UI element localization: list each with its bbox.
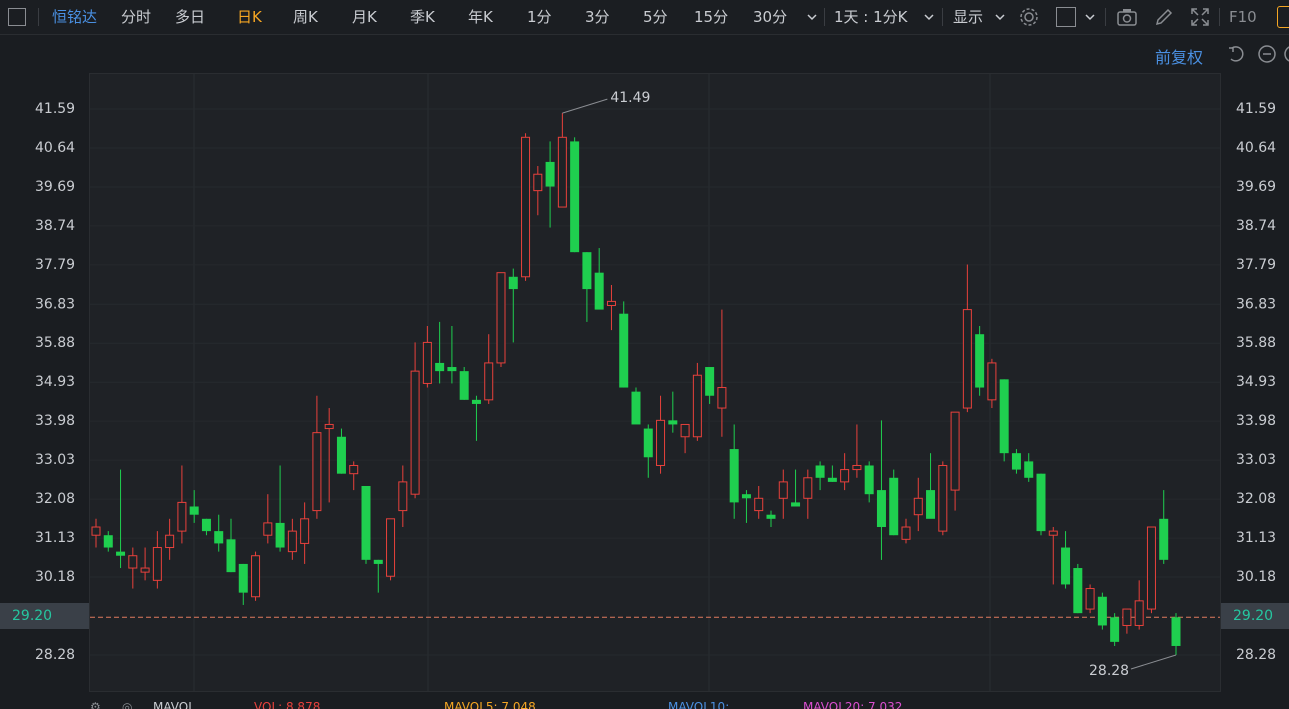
y-tick-label-left: 35.88 [35,335,75,351]
tab-3min[interactable]: 3分 [585,0,610,34]
panel-icon[interactable] [1277,6,1289,28]
mavol10-value: MAVOL10: [668,700,730,709]
eye-icon[interactable]: ◎ [122,700,132,709]
y-tick-label-left: 30.18 [35,569,75,585]
y-tick-label-right: 41.59 [1236,101,1276,117]
y-tick-label-right: 33.03 [1236,452,1276,468]
divider [942,8,943,26]
y-tick-label-right: 39.69 [1236,179,1276,195]
tab-15min[interactable]: 15分 [694,0,728,34]
gear-icon[interactable]: ⚙ [90,700,101,709]
divider [824,8,825,26]
tab-yearly-k[interactable]: 年K [468,0,493,34]
pencil-icon[interactable] [1153,6,1175,28]
range-select[interactable]: 1天 : 1分K [834,0,908,34]
y-tick-label-right: 35.88 [1236,335,1276,351]
tab-1min[interactable]: 1分 [527,0,552,34]
chevron-down-icon[interactable] [1083,10,1097,24]
mavol5-value: MAVOL5: 7.048 [444,700,536,709]
price-axes: 41.59 41.59 40.64 40.64 39.69 39.69 38.74 38.74… [35,101,1276,663]
chevron-down-icon[interactable] [993,10,1007,24]
display-menu[interactable]: 显示 [953,0,983,34]
tab-daily-k[interactable]: 日K [237,0,262,34]
y-tick-label-right: 32.08 [1236,491,1276,507]
y-tick-label-left: 33.98 [35,413,75,429]
y-tick-label-right: 36.83 [1236,296,1276,312]
y-tick-label-right: 38.74 [1236,218,1276,234]
stock-name[interactable]: 恒铭达 [52,0,97,34]
current-price-tag-left: 29.20 [0,603,89,630]
y-tick-label-left: 39.69 [35,179,75,195]
y-tick-label-left: 34.93 [35,374,75,390]
tab-30min[interactable]: 30分 [753,0,787,34]
y-tick-label-right: 28.28 [1236,647,1276,663]
y-tick-label-right: 31.13 [1236,530,1276,546]
tab-monthly-k[interactable]: 月K [352,0,377,34]
y-tick-label-right: 33.98 [1236,413,1276,429]
undo-icon[interactable] [1226,44,1246,64]
price-adjust-select[interactable]: 前复权 [1155,44,1203,68]
mavol20-value: MAVOL20: 7.032 [803,700,903,709]
tab-intraday[interactable]: 分时 [121,0,151,34]
mavol-label[interactable]: MAVOL [153,700,195,709]
y-tick-label-left: 33.03 [35,452,75,468]
current-price-tag-right: 29.20 [1221,603,1289,630]
vol-value: VOL: 8.878 [254,700,321,709]
y-tick-label-left: 41.59 [35,101,75,117]
chart-options-bar: 前复权 [0,35,1289,73]
gear-icon[interactable] [1018,6,1040,28]
sidebar-toggle-icon[interactable] [8,8,26,26]
y-tick-label-left: 40.64 [35,140,75,156]
y-tick-label-left: 38.74 [35,218,75,234]
toolbar: 恒铭达 分时 多日 日K 周K 月K 季K 年K 1分 3分 5分 15分 30… [0,0,1289,35]
chevron-down-icon[interactable] [805,10,819,24]
fullscreen-icon[interactable] [1189,6,1211,28]
tab-5min[interactable]: 5分 [643,0,668,34]
tab-multi-day[interactable]: 多日 [175,0,205,34]
divider [1105,8,1106,26]
y-tick-label-right: 34.93 [1236,374,1276,390]
y-tick-label-left: 36.83 [35,296,75,312]
y-tick-label-left: 28.28 [35,647,75,663]
volume-indicator-bar: ⚙ ◎ MAVOL VOL: 8.878 MAVOL5: 7.048 MAVOL… [0,694,1289,709]
zoom-out-icon[interactable] [1257,44,1277,64]
y-tick-label-right: 30.18 [1236,569,1276,585]
y-tick-label-left: 37.79 [35,257,75,273]
y-tick-label-right: 37.79 [1236,257,1276,273]
divider [1219,8,1220,26]
y-tick-label-left: 31.13 [35,530,75,546]
chevron-down-icon[interactable] [922,10,936,24]
tab-quarterly-k[interactable]: 季K [410,0,435,34]
f10-button[interactable]: F10 [1229,0,1257,34]
y-tick-label-right: 40.64 [1236,140,1276,156]
y-tick-label-left: 32.08 [35,491,75,507]
tab-weekly-k[interactable]: 周K [293,0,318,34]
camera-icon[interactable] [1116,6,1138,28]
checkbox-icon[interactable] [1056,7,1076,27]
zoom-in-icon[interactable] [1283,44,1289,64]
divider [38,8,39,26]
